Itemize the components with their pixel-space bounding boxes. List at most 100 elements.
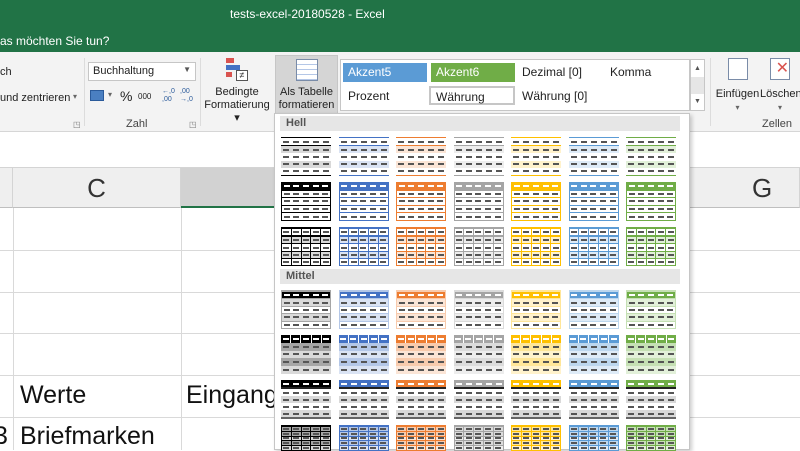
table-style-m4-blau[interactable] — [338, 425, 389, 451]
table-style-l3-schwarz[interactable] — [281, 227, 331, 266]
column-header-g[interactable]: G — [690, 168, 800, 208]
table-style-m3-gold[interactable] — [511, 380, 561, 419]
style-waehrung[interactable]: Währung — [429, 86, 515, 105]
section-header-mittel: Mittel — [280, 269, 680, 284]
table-style-l1-orange[interactable] — [396, 137, 446, 177]
style-label: Dezimal [0] — [522, 65, 583, 79]
alignment-launcher-icon[interactable]: ◳ — [73, 120, 81, 129]
decrease-decimal-button[interactable]: ,00 →,0 — [180, 88, 194, 104]
delete-cells-icon: ✕ — [770, 58, 790, 80]
style-label: Währung — [436, 90, 485, 104]
table-styles-dropdown: Hell Mittel — [274, 113, 690, 451]
table-style-l3-gruen[interactable] — [626, 227, 676, 266]
table-style-l1-grau[interactable] — [453, 137, 504, 177]
style-prozent[interactable]: Prozent — [343, 87, 427, 106]
delete-cells-button[interactable]: ✕ Löschen ▾ — [760, 56, 800, 116]
table-style-m1-gruen[interactable] — [626, 290, 676, 329]
table-style-l1-hellblau[interactable] — [568, 137, 619, 177]
tell-me-input[interactable]: as möchten Sie tun? — [0, 34, 109, 48]
style-akzent6[interactable]: Akzent6 — [431, 63, 515, 82]
conditional-formatting-button[interactable]: ≠ Bedingte Formatierung ▾ — [204, 56, 270, 124]
format-as-table-button[interactable]: Als Tabelle formatieren ▾ — [275, 55, 338, 124]
table-style-l3-blau[interactable] — [338, 227, 389, 266]
style-label: Prozent — [348, 89, 390, 103]
table-style-l1-blau[interactable] — [338, 137, 389, 177]
increase-decimal-button[interactable]: ←,0 ,00 — [162, 88, 176, 104]
column-header-c[interactable]: C — [13, 168, 181, 208]
column-header-b[interactable] — [0, 168, 13, 208]
percent-button[interactable]: % — [120, 88, 132, 104]
table-brush-icon — [295, 59, 318, 81]
table-style-m3-schwarz[interactable] — [281, 380, 331, 419]
table-style-l2-orange[interactable] — [396, 182, 446, 221]
number-group-label: Zahl — [126, 118, 148, 130]
number-format-select[interactable]: Buchhaltung ▼ — [88, 62, 196, 81]
wrap-text-button[interactable]: ch — [0, 66, 12, 78]
table-style-m4-gruen[interactable] — [626, 425, 676, 451]
table-style-l3-orange[interactable] — [396, 227, 446, 266]
table-style-m2-gruen[interactable] — [626, 335, 676, 374]
table-style-m2-grau[interactable] — [453, 335, 504, 374]
table-style-l2-schwarz[interactable] — [281, 182, 331, 221]
table-style-m3-grau[interactable] — [453, 380, 504, 419]
table-style-l3-grau[interactable] — [453, 227, 504, 266]
insert-cells-label: Einfügen — [715, 88, 760, 100]
merge-center-button[interactable]: und zentrieren — [0, 92, 70, 104]
style-label: Komma — [610, 65, 652, 79]
currency-dropdown-icon[interactable]: ▾ — [108, 90, 112, 99]
styles-scrollbar[interactable]: ▲ ▼ — [690, 59, 705, 111]
style-komma[interactable]: Komma — [605, 63, 685, 82]
style-waehrung0[interactable]: Währung [0] — [517, 87, 601, 106]
table-style-m1-gold[interactable] — [511, 290, 561, 329]
table-style-m1-schwarz[interactable] — [281, 290, 331, 329]
table-style-l3-hellblau[interactable] — [568, 227, 619, 266]
table-style-m4-grau[interactable] — [453, 425, 504, 451]
table-style-l2-blau[interactable] — [338, 182, 389, 221]
table-style-m4-hellblau[interactable] — [568, 425, 619, 451]
merge-dropdown-icon[interactable]: ▾ — [73, 92, 77, 101]
table-style-l3-gold[interactable] — [511, 227, 561, 266]
table-style-m4-gold[interactable] — [511, 425, 561, 451]
table-style-l1-gold[interactable] — [511, 137, 561, 177]
table-style-m2-hellblau[interactable] — [568, 335, 619, 374]
table-style-m4-orange[interactable] — [396, 425, 446, 451]
cell-b-value[interactable]: 3 — [0, 422, 8, 451]
table-style-m1-hellblau[interactable] — [568, 290, 619, 329]
table-style-m3-gruen[interactable] — [626, 380, 676, 419]
table-style-m2-schwarz[interactable] — [281, 335, 331, 374]
conditional-formatting-label: Bedingte — [215, 86, 259, 98]
table-style-m2-gold[interactable] — [511, 335, 561, 374]
table-style-l2-grau[interactable] — [453, 182, 504, 221]
currency-icon[interactable] — [90, 90, 104, 101]
style-akzent5[interactable]: Akzent5 — [343, 63, 427, 82]
more-styles-icon[interactable]: ▼ — [691, 94, 704, 110]
table-style-m2-orange[interactable] — [396, 335, 446, 374]
table-style-l1-schwarz[interactable] — [281, 137, 331, 177]
insert-cells-button[interactable]: Einfügen ▾ — [715, 56, 760, 116]
number-launcher-icon[interactable]: ◳ — [189, 120, 197, 129]
cell-c-werte[interactable]: Werte — [20, 381, 86, 410]
style-dezimal0[interactable]: Dezimal [0] — [517, 63, 601, 82]
table-style-m2-blau[interactable] — [338, 335, 389, 374]
table-style-m4-schwarz[interactable] — [281, 425, 331, 451]
table-style-l2-gruen[interactable] — [626, 182, 676, 221]
table-style-l2-hellblau[interactable] — [568, 182, 619, 221]
table-style-m1-blau[interactable] — [338, 290, 389, 329]
table-style-m3-orange[interactable] — [396, 380, 446, 419]
style-label: Akzent6 — [436, 65, 480, 79]
table-style-m3-hellblau[interactable] — [568, 380, 619, 419]
table-style-m1-orange[interactable] — [396, 290, 446, 329]
tell-me-bar[interactable]: as möchten Sie tun? — [0, 30, 800, 52]
cell-d-eingang[interactable]: Eingang — [186, 381, 278, 410]
table-style-m3-blau[interactable] — [338, 380, 389, 419]
table-style-l1-gruen[interactable] — [626, 137, 676, 177]
scroll-up-icon[interactable]: ▲ — [691, 60, 704, 77]
scroll-thumb[interactable] — [691, 77, 704, 94]
table-style-l2-gold[interactable] — [511, 182, 561, 221]
table-style-m1-grau[interactable] — [453, 290, 504, 329]
insert-cells-icon — [727, 58, 748, 80]
thousands-button[interactable]: 000 — [138, 92, 151, 101]
cells-group-label: Zellen — [762, 118, 792, 130]
style-label: Akzent5 — [348, 65, 392, 79]
cell-c-briefmarken[interactable]: Briefmarken — [20, 422, 155, 451]
